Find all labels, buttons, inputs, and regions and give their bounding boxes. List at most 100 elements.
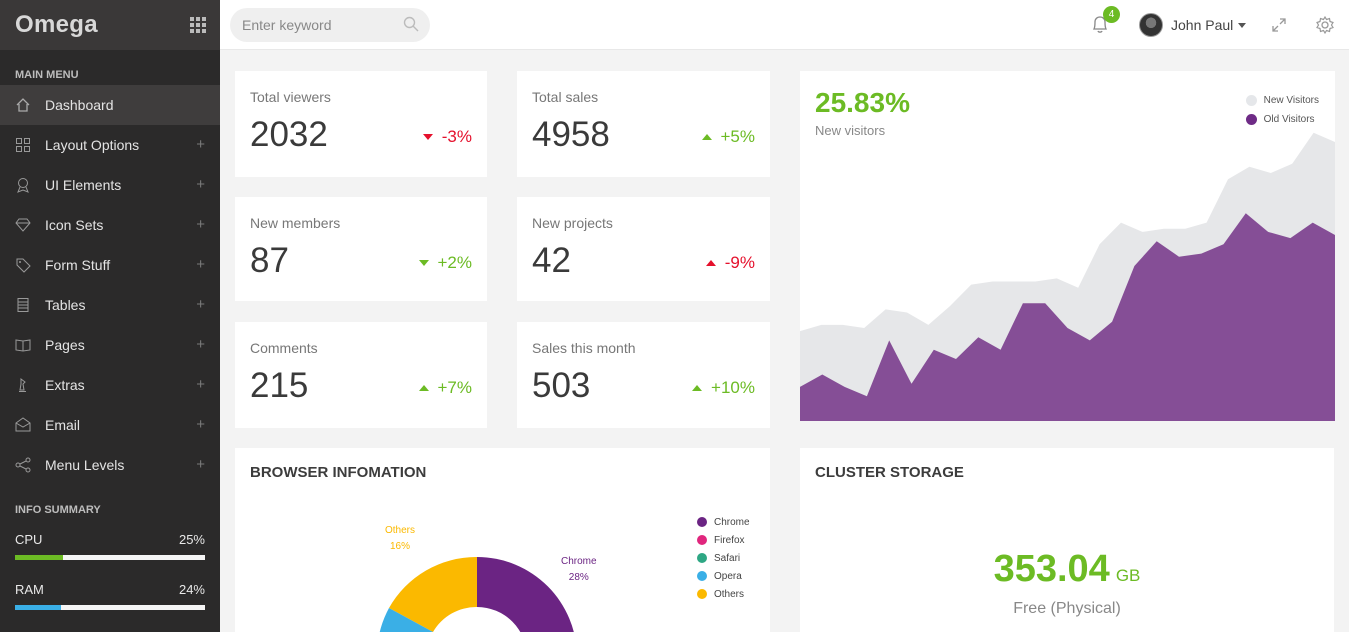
chevron-down-icon[interactable] (1238, 23, 1246, 28)
stat-label: New members (250, 215, 341, 231)
stat-delta: -3% (422, 127, 472, 147)
sidebar-item-extras[interactable]: Extras + (0, 365, 220, 405)
legend-swatch (1245, 114, 1257, 125)
gear-icon[interactable] (1315, 15, 1335, 35)
sidebar: Omega MAIN MENU Dashboard Layout Options… (0, 0, 220, 632)
browser-info-card: BROWSER INFOMATION Others 16% Chrome 28%… (235, 448, 770, 632)
legend-swatch (697, 553, 707, 563)
book-icon (15, 337, 31, 353)
browser-legend: Chrome Firefox Safari Opera Others (697, 513, 750, 603)
expand-plus-icon[interactable]: + (196, 456, 205, 473)
user-name[interactable]: John Paul (1171, 17, 1233, 33)
stat-delta-value: +2% (437, 253, 473, 272)
search-icon[interactable] (403, 16, 419, 32)
cpu-value: 25% (178, 532, 205, 547)
panel-title: CLUSTER STORAGE (815, 464, 964, 481)
stat-card-sales-this-month: Sales this month 503 +10% (517, 322, 770, 428)
donut-label-percent: 28% (568, 572, 589, 583)
expand-plus-icon[interactable]: + (196, 336, 205, 353)
stat-delta-value: -3% (441, 127, 472, 146)
stat-delta-value: -9% (724, 253, 755, 272)
donut-label-name: Others (385, 525, 416, 536)
ram-progress-fill (15, 605, 61, 610)
sidebar-item-form-stuff[interactable]: Form Stuff + (0, 245, 220, 285)
chess-piece-icon (15, 377, 31, 393)
sidebar-item-menu-levels[interactable]: Menu Levels + (0, 445, 220, 485)
sidebar-item-label: Layout Options (45, 137, 140, 153)
legend-label: Safari (714, 552, 741, 564)
triangle-up-icon (701, 134, 712, 140)
sidebar-item-tables[interactable]: Tables + (0, 285, 220, 325)
expand-plus-icon[interactable]: + (196, 176, 205, 193)
sidebar-item-label: Extras (45, 377, 85, 393)
sidebar-item-pages[interactable]: Pages + (0, 325, 220, 365)
donut-label-percent: 16% (390, 541, 411, 552)
expand-plus-icon[interactable]: + (196, 136, 205, 153)
legend-label: Others (714, 588, 745, 600)
sidebar-item-ui-elements[interactable]: UI Elements + (0, 165, 220, 205)
home-icon (15, 97, 31, 113)
cpu-label: CPU (15, 532, 43, 547)
brand-bar: Omega (0, 0, 220, 50)
visitors-card: 25.83% New visitors New Visitors Old Vis… (800, 71, 1335, 421)
stat-delta-value: +5% (720, 127, 756, 146)
triangle-down-icon (418, 260, 429, 266)
stat-label: New projects (532, 215, 613, 231)
legend-item: Old Visitors (1245, 114, 1319, 125)
notification-badge[interactable]: 4 (1103, 6, 1120, 23)
sidebar-item-email[interactable]: Email + (0, 405, 220, 445)
donut-label-name: Chrome (561, 556, 597, 567)
storage-unit: GB (1115, 566, 1141, 585)
sidebar-item-label: Icon Sets (45, 217, 104, 233)
expand-plus-icon[interactable]: + (196, 416, 205, 433)
legend-swatch (1245, 95, 1257, 106)
cpu-progress-fill (15, 555, 63, 560)
legend-label: Chrome (714, 516, 750, 528)
stat-delta: +10% (692, 378, 755, 398)
ram-summary: RAM 24% (0, 570, 220, 620)
expand-plus-icon[interactable]: + (196, 256, 205, 273)
search-input[interactable] (230, 8, 430, 42)
sidebar-item-label: Email (45, 417, 81, 433)
legend-label: Opera (714, 570, 742, 582)
stat-delta: +7% (418, 378, 473, 398)
donut-label-others: Others 16% (385, 523, 415, 555)
brand-logo[interactable]: Omega (15, 11, 98, 39)
storage-label: Free (Physical) (1013, 600, 1121, 617)
stat-card-new-projects: New projects 42 -9% (517, 197, 770, 301)
fullscreen-icon[interactable] (1271, 17, 1287, 33)
visitors-legend: New Visitors Old Visitors (1245, 95, 1319, 133)
legend-item: Firefox (697, 531, 750, 549)
stat-delta: +5% (701, 127, 756, 147)
main-menu-title: MAIN MENU (15, 69, 79, 81)
cpu-progress-bar (15, 555, 205, 560)
stat-label: Total viewers (250, 89, 331, 105)
legend-label: New Visitors (1263, 95, 1319, 106)
expand-plus-icon[interactable]: + (196, 216, 205, 233)
expand-plus-icon[interactable]: + (196, 376, 205, 393)
stat-delta-value: +7% (437, 378, 473, 397)
share-icon (15, 457, 31, 473)
award-icon (15, 177, 31, 193)
stat-label: Comments (250, 340, 318, 356)
stat-value: 2032 (250, 115, 328, 154)
stat-label: Total sales (532, 89, 599, 105)
sidebar-item-dashboard[interactable]: Dashboard (0, 85, 220, 125)
sidebar-item-label: Menu Levels (45, 457, 125, 473)
avatar[interactable] (1139, 13, 1163, 37)
sidebar-item-layout-options[interactable]: Layout Options + (0, 125, 220, 165)
sidebar-item-icon-sets[interactable]: Icon Sets + (0, 205, 220, 245)
sidebar-item-label: Form Stuff (45, 257, 111, 273)
storage-amount: 353.04 (993, 548, 1110, 590)
legend-item: Chrome (697, 513, 750, 531)
browser-donut-chart (379, 556, 574, 632)
legend-swatch (697, 571, 707, 581)
triangle-up-icon (418, 385, 429, 391)
expand-plus-icon[interactable]: + (196, 296, 205, 313)
stat-value: 42 (532, 241, 571, 280)
apps-grid-icon[interactable] (190, 17, 206, 33)
legend-label: Firefox (714, 534, 745, 546)
sidebar-item-label: Dashboard (45, 97, 114, 113)
stat-value: 87 (250, 241, 289, 280)
sidebar-item-label: Pages (45, 337, 85, 353)
